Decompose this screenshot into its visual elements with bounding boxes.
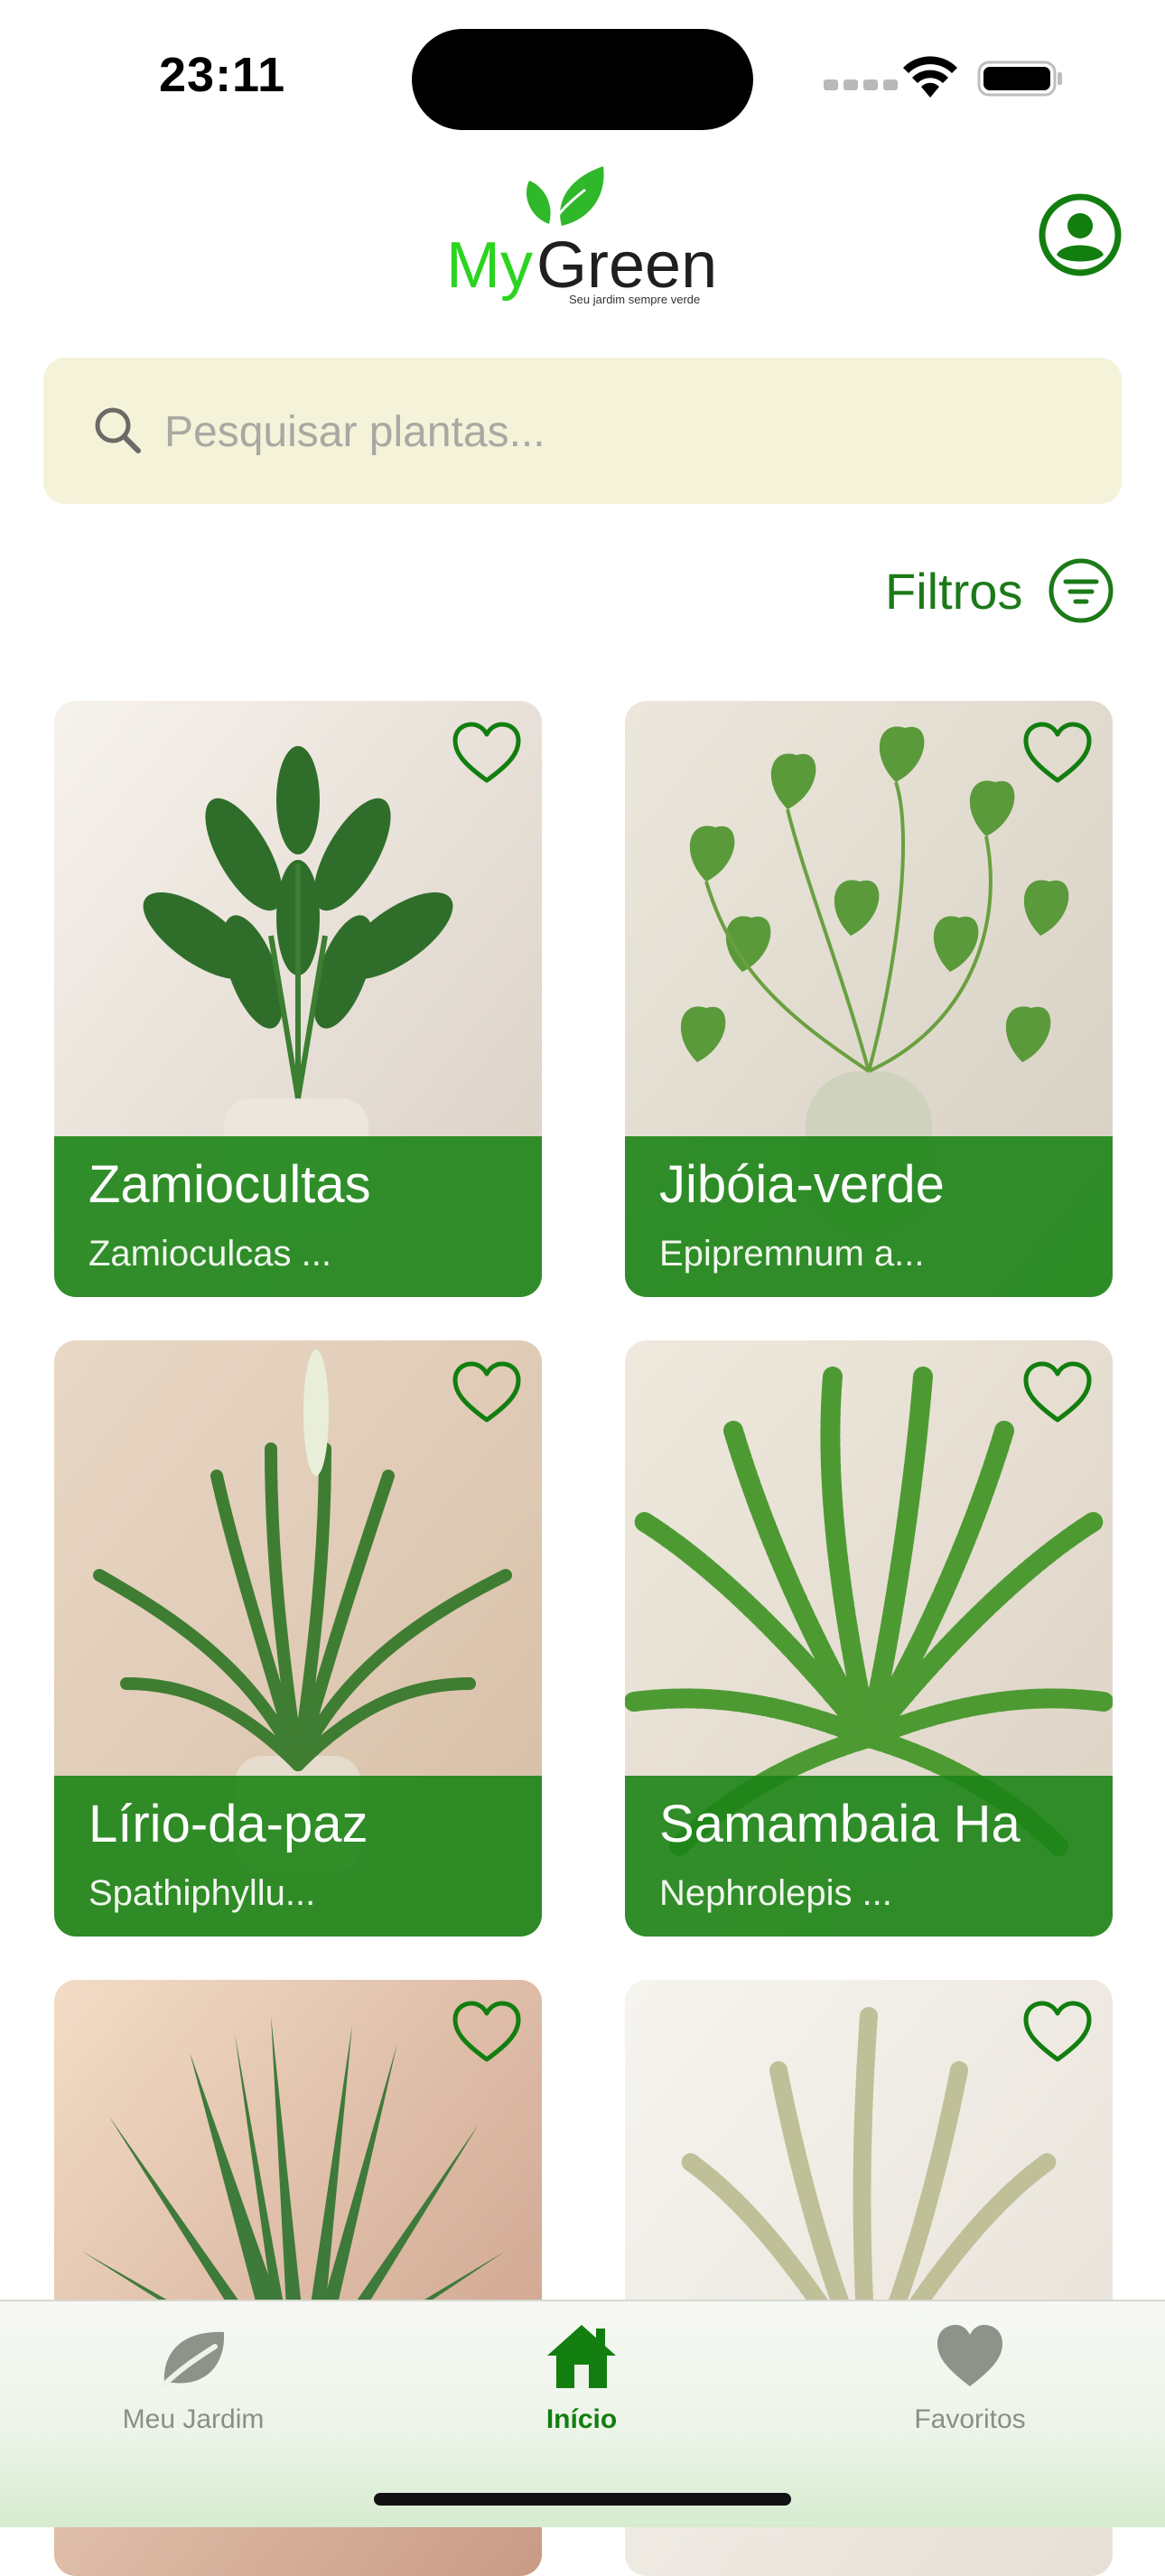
tab-bar: Meu Jardim Início Favoritos	[0, 2300, 1165, 2527]
home-icon	[547, 2325, 616, 2388]
tab-label: Meu Jardim	[122, 2404, 265, 2434]
plant-card-caption: Lírio-da-paz Spathiphyllu...	[54, 1776, 542, 1937]
heart-icon	[937, 2325, 1002, 2386]
search-icon	[95, 407, 141, 453]
plant-scientific-name: Zamioculcas ...	[89, 1234, 331, 1274]
filters-button[interactable]: Filtros	[885, 553, 1114, 629]
plant-card[interactable]: Samambaia Ha Nephrolepis ...	[625, 1340, 1113, 1937]
filter-icon	[1048, 558, 1114, 623]
plant-scientific-name: Spathiphyllu...	[89, 1873, 316, 1913]
plant-common-name: Lírio-da-paz	[89, 1795, 368, 1853]
plant-common-name: Jibóia-verde	[659, 1155, 945, 1214]
plant-common-name: Samambaia Ha	[659, 1795, 1021, 1853]
plant-scientific-name: Epipremnum a...	[659, 1234, 925, 1274]
tab-label: Início	[545, 2404, 618, 2434]
favorite-heart-icon[interactable]	[1022, 2000, 1093, 2065]
favorite-heart-icon[interactable]	[1022, 1360, 1093, 1425]
leaf-icon	[160, 2331, 225, 2389]
favorite-heart-icon[interactable]	[1022, 721, 1093, 786]
tab-inicio[interactable]: Início	[446, 2321, 717, 2435]
dynamic-island	[412, 29, 753, 130]
plant-card[interactable]: Zamiocultas Zamioculcas ...	[54, 701, 542, 1297]
favorite-heart-icon[interactable]	[452, 1360, 522, 1425]
filters-label: Filtros	[885, 562, 1023, 620]
wifi-icon	[903, 56, 957, 98]
tab-meu-jardim[interactable]: Meu Jardim	[58, 2321, 329, 2435]
tab-favoritos[interactable]: Favoritos	[834, 2321, 1105, 2435]
profile-button[interactable]	[1037, 191, 1123, 278]
plant-common-name: Zamiocultas	[89, 1155, 371, 1214]
plant-card[interactable]: Jibóia-verde Epipremnum a...	[625, 701, 1113, 1297]
plant-card[interactable]: Lírio-da-paz Spathiphyllu...	[54, 1340, 542, 1937]
svg-text:Seu jardim sempre verde: Seu jardim sempre verde	[569, 293, 700, 306]
plant-card-caption: Zamiocultas Zamioculcas ...	[54, 1136, 542, 1297]
plant-card-caption: Jibóia-verde Epipremnum a...	[625, 1136, 1113, 1297]
home-indicator[interactable]	[374, 2493, 791, 2506]
favorite-heart-icon[interactable]	[452, 2000, 522, 2065]
status-time: 23:11	[159, 48, 286, 102]
svg-text:My: My	[446, 229, 533, 302]
search-bar[interactable]	[43, 358, 1122, 504]
mygreen-logo: My Green Seu jardim sempre verde	[446, 166, 713, 306]
plant-scientific-name: Nephrolepis ...	[659, 1873, 892, 1913]
cellular-signal-icon	[824, 79, 898, 90]
search-input[interactable]	[163, 394, 1069, 470]
plant-card-caption: Samambaia Ha Nephrolepis ...	[625, 1776, 1113, 1937]
tab-label: Favoritos	[914, 2404, 1026, 2434]
battery-icon	[977, 61, 1062, 97]
favorite-heart-icon[interactable]	[452, 721, 522, 786]
status-bar: 23:11	[0, 0, 1165, 145]
svg-text:Green: Green	[536, 229, 713, 302]
